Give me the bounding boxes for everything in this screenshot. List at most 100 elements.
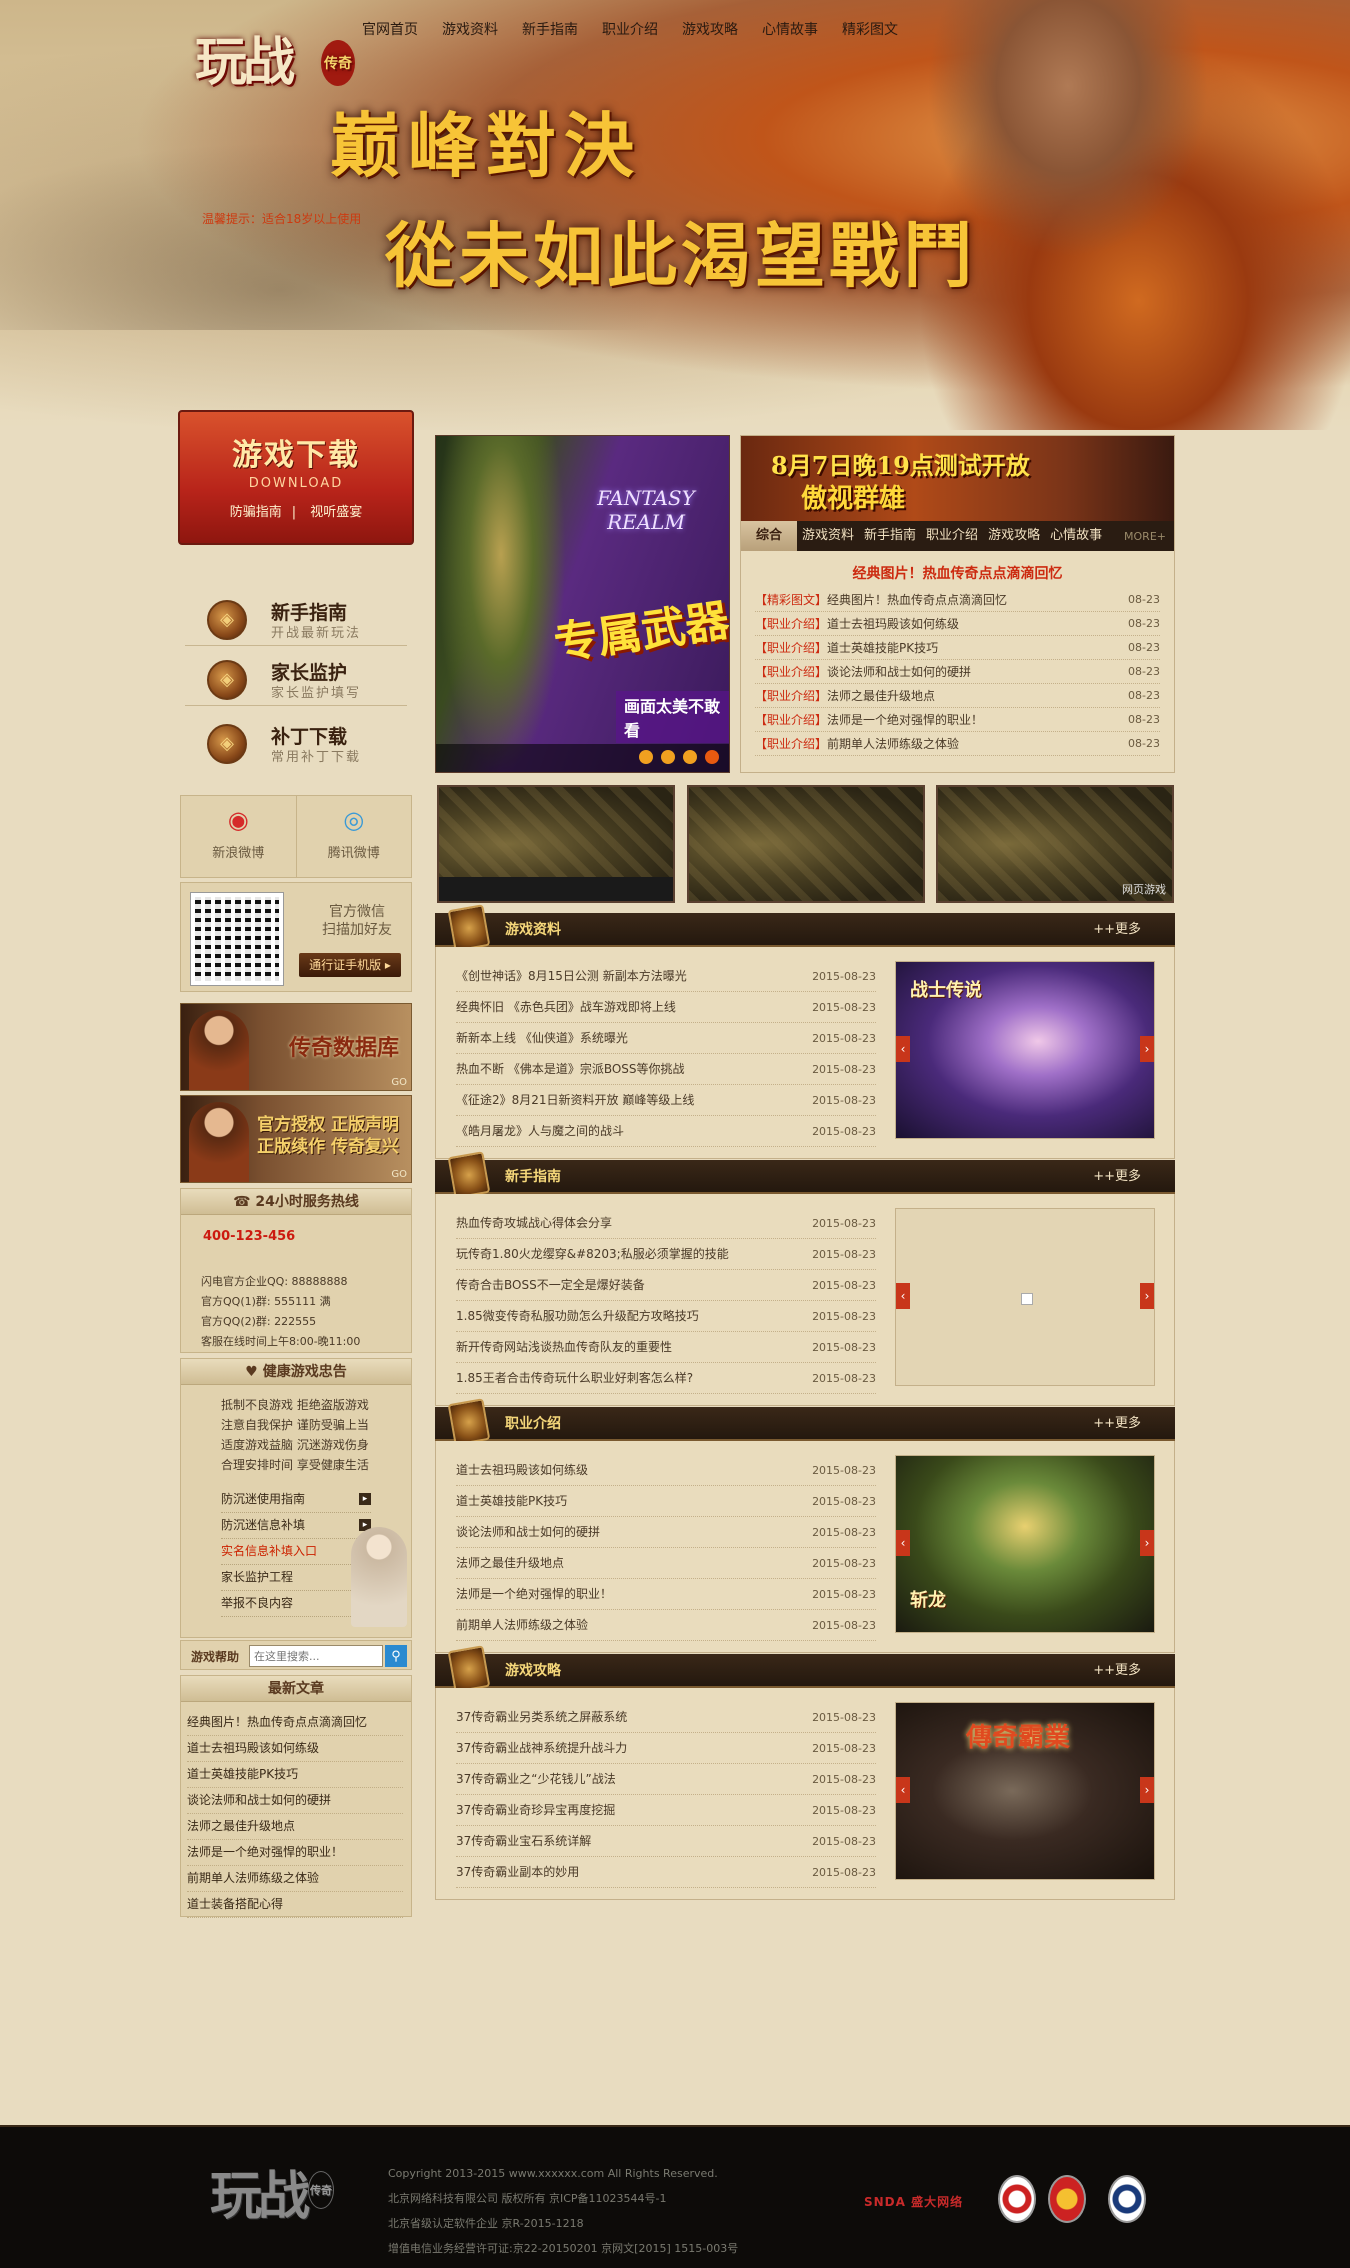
realname-entry-link[interactable]: 实名信息补填入口 — [221, 1539, 371, 1565]
tab-beginner[interactable]: 新手指南 — [859, 521, 921, 551]
list-item[interactable]: 37传奇霸业宝石系统详解 2015-08-23 — [456, 1826, 876, 1857]
nav-gallery[interactable]: 精彩图文 — [830, 10, 910, 50]
list-item[interactable]: 法师之最佳升级地点 — [187, 1814, 403, 1840]
news-item[interactable]: 【精彩图文】经典图片！热血传奇点点滴滴回忆 08-23 — [755, 588, 1160, 612]
tabs-more-link[interactable]: MORE+ — [1124, 530, 1166, 543]
list-item[interactable]: 经典图片！热血传奇点点滴滴回忆 — [187, 1710, 403, 1736]
tab-all[interactable]: 综合 — [741, 521, 798, 551]
cert-badge-icon[interactable] — [998, 2175, 1036, 2223]
mobile-passport-button[interactable]: 通行证手机版 ▸ — [299, 953, 401, 977]
section-slideshow[interactable]: 傳奇霸業 ‹ › — [895, 1702, 1155, 1880]
list-item[interactable]: 谈论法师和战士如何的硬拼 — [187, 1788, 403, 1814]
chevron-right-icon[interactable]: › — [1140, 1530, 1154, 1556]
carousel-dot[interactable] — [661, 750, 675, 764]
list-item[interactable]: 法师之最佳升级地点 2015-08-23 — [456, 1548, 876, 1579]
anti-fraud-link[interactable]: 防骗指南 — [230, 505, 282, 520]
section-slideshow[interactable]: ‹ › — [895, 1208, 1155, 1386]
network-police-icon[interactable] — [1108, 2175, 1146, 2223]
news-item[interactable]: 【职业介绍】前期单人法师练级之体验 08-23 — [755, 732, 1160, 756]
section-slideshow[interactable]: 斩龙 ‹ › — [895, 1455, 1155, 1633]
search-input[interactable] — [249, 1645, 383, 1667]
list-item[interactable]: 法师是一个绝对强悍的职业！ — [187, 1840, 403, 1866]
list-item[interactable]: 法师是一个绝对强悍的职业！ 2015-08-23 — [456, 1579, 876, 1610]
list-item[interactable]: 《皓月屠龙》人与魔之间的战斗 2015-08-23 — [456, 1116, 876, 1147]
list-item[interactable]: 新新本上线 《仙侠道》系统曝光 2015-08-23 — [456, 1023, 876, 1054]
carousel-dot[interactable] — [683, 750, 697, 764]
carousel-dot-active[interactable] — [705, 750, 719, 764]
chevron-right-icon[interactable]: › — [1140, 1283, 1154, 1309]
news-item[interactable]: 【职业介绍】法师之最佳升级地点 08-23 — [755, 684, 1160, 708]
list-item[interactable]: 37传奇霸业之“少花钱儿”战法 2015-08-23 — [456, 1764, 876, 1795]
list-item[interactable]: 37传奇霸业副本的妙用 2015-08-23 — [456, 1857, 876, 1888]
section-more-link[interactable]: ++更多 — [1093, 1654, 1141, 1688]
news-item[interactable]: 【职业介绍】法师是一个绝对强悍的职业！ 08-23 — [755, 708, 1160, 732]
nav-stories[interactable]: 心情故事 — [750, 10, 830, 50]
police-badge-icon[interactable] — [1048, 2175, 1086, 2223]
carousel-dot[interactable] — [639, 750, 653, 764]
nav-game-info[interactable]: 游戏资料 — [430, 10, 510, 50]
news-item[interactable]: 【职业介绍】道士英雄技能PK技巧 08-23 — [755, 636, 1160, 660]
list-item[interactable]: 37传奇霸业另类系统之屏蔽系统 2015-08-23 — [456, 1702, 876, 1733]
section-more-link[interactable]: ++更多 — [1093, 1160, 1141, 1194]
list-item[interactable]: 37传奇霸业奇珍异宝再度挖掘 2015-08-23 — [456, 1795, 876, 1826]
test-open-banner[interactable]: 8月7日晚19点测试开放 傲视群雄 — [741, 436, 1174, 521]
nav-strategy[interactable]: 游戏攻略 — [670, 10, 750, 50]
snda-logo[interactable]: SNDA 盛大网络 — [864, 2193, 963, 2210]
anti-addiction-info-link[interactable]: 防沉迷信息补填 — [221, 1513, 371, 1539]
promo-carousel[interactable]: FANTASY REALM 专属武器 画面太美不敢看 — [435, 435, 730, 773]
list-item[interactable]: 新开传奇网站浅谈热血传奇队友的重要性 2015-08-23 — [456, 1332, 876, 1363]
list-item[interactable]: 《创世神话》8月15日公测 新副本方法曝光 2015-08-23 — [456, 961, 876, 992]
list-item[interactable]: 热血不断 《佛本是道》宗派BOSS等你挑战 2015-08-23 — [456, 1054, 876, 1085]
screenshot-thumb[interactable]: 网页游戏 — [936, 785, 1174, 903]
guide-link-patch[interactable]: ◈ 补丁下载 常用补丁下载 — [185, 712, 407, 770]
tab-game-info[interactable]: 游戏资料 — [797, 521, 859, 551]
chevron-right-icon[interactable]: › — [1140, 1777, 1154, 1803]
section-slideshow[interactable]: 战士传说 ‹ › — [895, 961, 1155, 1139]
media-link[interactable]: 视听盛宴 — [310, 505, 362, 520]
screenshot-thumb[interactable] — [687, 785, 925, 903]
list-item[interactable]: 道士装备搭配心得 — [187, 1892, 403, 1918]
nav-home[interactable]: 官网首页 — [350, 10, 430, 50]
database-banner[interactable]: 传奇数据库 GO — [180, 1003, 412, 1091]
tab-strategy[interactable]: 游戏攻略 — [983, 521, 1045, 551]
list-item[interactable]: 前期单人法师练级之体验 2015-08-23 — [456, 1610, 876, 1641]
guide-link-beginner[interactable]: ◈ 新手指南 开战最新玩法 — [185, 588, 407, 646]
headline-link[interactable]: 经典图片！热血传奇点点滴滴回忆 — [741, 563, 1174, 583]
list-item[interactable]: 37传奇霸业战神系统提升战斗力 2015-08-23 — [456, 1733, 876, 1764]
list-item[interactable]: 谈论法师和战士如何的硬拼 2015-08-23 — [456, 1517, 876, 1548]
list-item[interactable]: 《征途2》8月21日新资料开放 巅峰等级上线 2015-08-23 — [456, 1085, 876, 1116]
tencent-weibo-link[interactable]: ◎ 腾讯微博 — [297, 796, 412, 877]
search-icon[interactable]: ⚲ — [385, 1645, 407, 1667]
chevron-left-icon[interactable]: ‹ — [896, 1036, 910, 1062]
tab-classes[interactable]: 职业介绍 — [921, 521, 983, 551]
list-item[interactable]: 道士英雄技能PK技巧 2015-08-23 — [456, 1486, 876, 1517]
chevron-left-icon[interactable]: ‹ — [896, 1283, 910, 1309]
list-item[interactable]: 1.85微变传奇私服功勋怎么升级配方攻略技巧 2015-08-23 — [456, 1301, 876, 1332]
guide-link-parental[interactable]: ◈ 家长监护 家长监护填写 — [185, 648, 407, 706]
sina-weibo-link[interactable]: ◉ 新浪微博 — [181, 796, 297, 877]
parental-project-link[interactable]: 家长监护工程 — [221, 1565, 371, 1591]
screenshot-thumb[interactable] — [437, 785, 675, 903]
news-item[interactable]: 【职业介绍】道士去祖玛殿该如何练级 08-23 — [755, 612, 1160, 636]
nav-classes[interactable]: 职业介绍 — [590, 10, 670, 50]
list-item[interactable]: 1.85王者合击传奇玩什么职业好刺客怎么样? 2015-08-23 — [456, 1363, 876, 1394]
section-more-link[interactable]: ++更多 — [1093, 1407, 1141, 1441]
download-button[interactable]: 游戏下载 DOWNLOAD 防骗指南 | 视听盛宴 — [178, 410, 414, 545]
report-link[interactable]: 举报不良内容 — [221, 1591, 371, 1617]
list-item[interactable]: 道士去祖玛殿该如何练级 2015-08-23 — [456, 1455, 876, 1486]
list-item[interactable]: 玩传奇1.80火龙缨穿&#8203;私服必须掌握的技能 2015-08-23 — [456, 1239, 876, 1270]
news-item[interactable]: 【职业介绍】谈论法师和战士如何的硬拼 08-23 — [755, 660, 1160, 684]
list-item[interactable]: 经典怀旧 《赤色兵团》战车游戏即将上线 2015-08-23 — [456, 992, 876, 1023]
list-item[interactable]: 传奇合击BOSS不一定全是爆好装备 2015-08-23 — [456, 1270, 876, 1301]
list-item[interactable]: 热血传奇攻城战心得体会分享 2015-08-23 — [456, 1208, 876, 1239]
tab-stories[interactable]: 心情故事 — [1045, 521, 1107, 551]
list-item[interactable]: 前期单人法师练级之体验 — [187, 1866, 403, 1892]
anti-addiction-guide-link[interactable]: 防沉迷使用指南 — [221, 1487, 371, 1513]
list-item[interactable]: 道士英雄技能PK技巧 — [187, 1762, 403, 1788]
list-item[interactable]: 道士去祖玛殿该如何练级 — [187, 1736, 403, 1762]
nav-beginner-guide[interactable]: 新手指南 — [510, 10, 590, 50]
chevron-right-icon[interactable]: › — [1140, 1036, 1154, 1062]
chevron-left-icon[interactable]: ‹ — [896, 1530, 910, 1556]
chevron-left-icon[interactable]: ‹ — [896, 1777, 910, 1803]
official-license-banner[interactable]: 官方授权 正版声明 正版续作 传奇复兴 GO — [180, 1095, 412, 1183]
